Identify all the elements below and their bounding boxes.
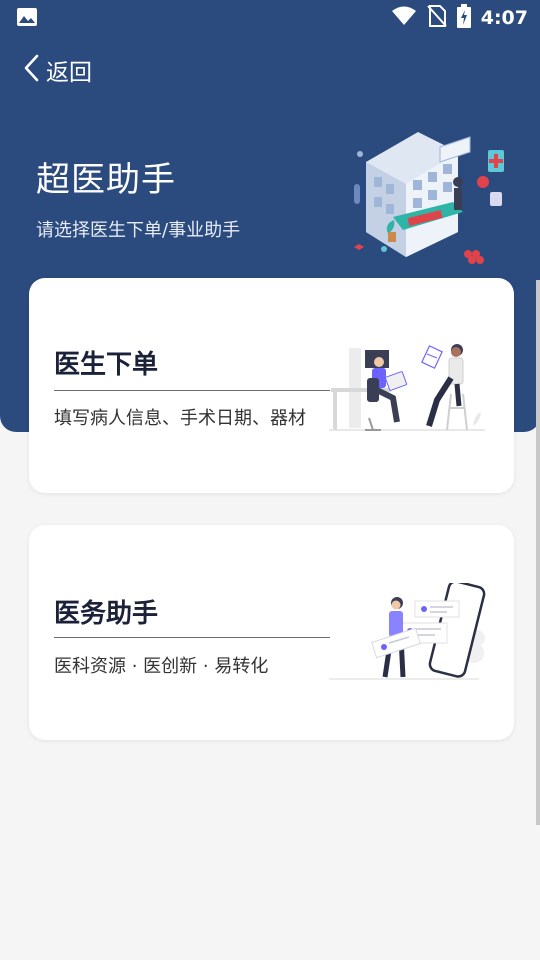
divider — [54, 390, 330, 391]
page-subtitle: 请选择医生下单/事业助手 — [36, 220, 241, 241]
image-icon — [16, 7, 38, 31]
battery-charging-icon — [456, 4, 471, 32]
office-illustration — [329, 338, 489, 438]
status-bar: 4:07 — [0, 0, 540, 36]
card-description: 填写病人信息、手术日期、器材 — [54, 408, 306, 429]
doctor-order-card[interactable]: 医生下单 填写病人信息、手术日期、器材 — [29, 278, 514, 493]
wifi-icon — [391, 6, 417, 30]
divider — [54, 637, 330, 638]
hospital-illustration — [348, 122, 518, 272]
no-sim-icon — [426, 5, 447, 31]
page-title: 超医助手 — [36, 160, 176, 200]
chevron-left-icon — [22, 53, 40, 87]
mobile-illustration — [329, 580, 489, 683]
medical-assistant-card[interactable]: 医务助手 医科资源 · 医创新 · 易转化 — [29, 525, 514, 740]
card-description: 医科资源 · 医创新 · 易转化 — [54, 656, 269, 677]
card-title: 医务助手 — [54, 599, 159, 629]
back-label: 返回 — [46, 60, 92, 86]
back-button[interactable]: 返回 — [22, 52, 92, 88]
card-title: 医生下单 — [54, 350, 159, 380]
status-time: 4:07 — [480, 7, 528, 29]
scrollbar[interactable] — [536, 280, 540, 825]
